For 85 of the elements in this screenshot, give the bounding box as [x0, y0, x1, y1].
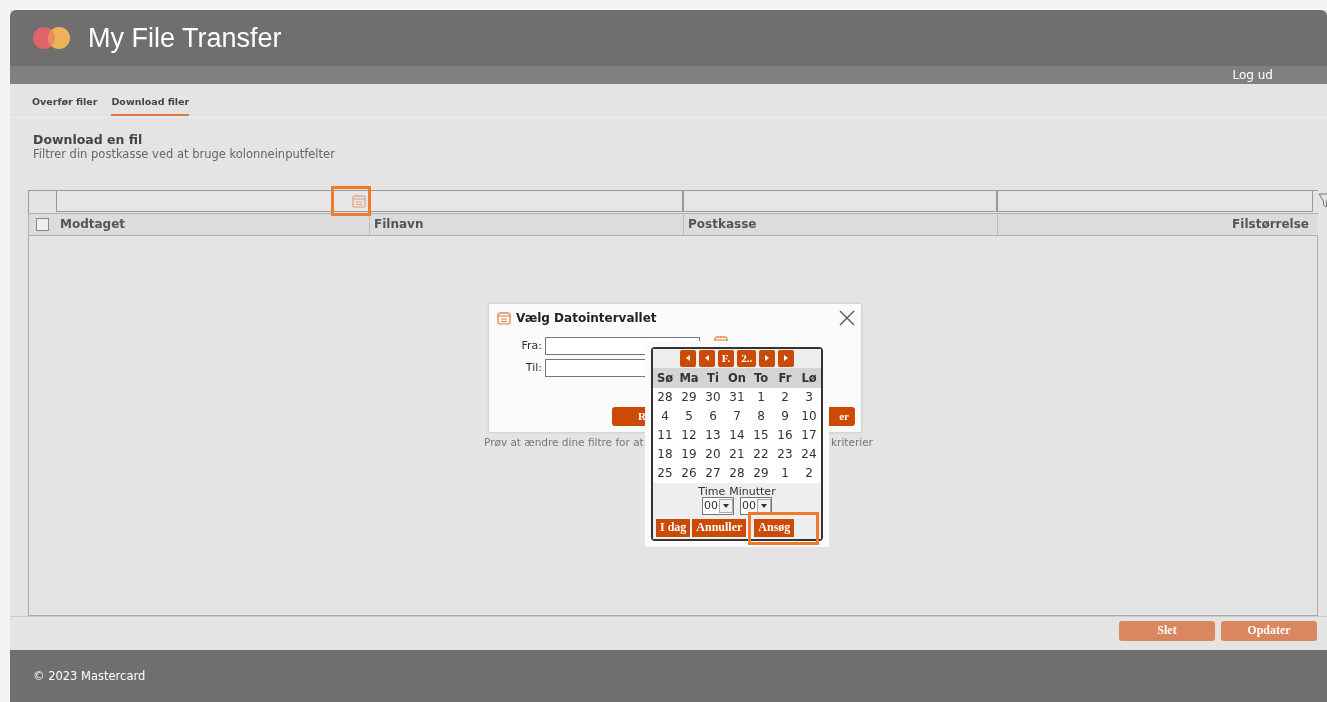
calendar-day[interactable]: 19	[677, 444, 701, 464]
weekday-label: To	[752, 369, 770, 387]
caret-icon	[719, 498, 733, 513]
right-triangle-icon	[765, 355, 770, 362]
calendar-day[interactable]: 15	[749, 425, 773, 445]
calendar-day[interactable]: 4	[653, 406, 677, 426]
calendar-day[interactable]: 31	[725, 387, 749, 407]
tab[interactable]: Download filer	[111, 94, 190, 116]
calendar-day[interactable]: 21	[725, 444, 749, 464]
calendar-day[interactable]: 28	[725, 463, 749, 483]
calendar-day[interactable]: 25	[653, 463, 677, 483]
hour-label: Time	[698, 485, 726, 497]
filter-field[interactable]	[369, 190, 683, 212]
copyright-text: © 2023 Mastercard	[33, 668, 146, 683]
weekday-label: On	[727, 369, 747, 387]
calendar-day[interactable]: 8	[749, 406, 773, 426]
period-button[interactable]: F.	[717, 349, 735, 367]
calendar-day[interactable]: 14	[725, 425, 749, 445]
calendar-day[interactable]: 16	[773, 425, 797, 445]
calendar-day[interactable]: 7	[725, 406, 749, 426]
hour-select[interactable]: 00	[702, 496, 734, 515]
previous-month-button[interactable]	[698, 349, 715, 367]
weekday-label: Lø	[800, 369, 818, 387]
next-year-button[interactable]	[778, 349, 795, 367]
tab[interactable]: Overfør filer	[32, 94, 98, 114]
logout-link[interactable]: Log ud	[1232, 68, 1273, 82]
calendar-day[interactable]: 2	[797, 463, 821, 483]
left-triangle-icon	[704, 355, 709, 362]
logo-icon	[32, 26, 72, 50]
minute-label: Minutter	[729, 485, 776, 497]
select-all-checkbox[interactable]	[36, 217, 49, 231]
calendar-day[interactable]: 22	[749, 444, 773, 464]
period-button[interactable]: 2..	[737, 349, 757, 367]
calendar-day[interactable]: 27	[701, 463, 725, 483]
column-header[interactable]: Modtaget	[56, 213, 369, 235]
page-heading: Download en fil	[33, 131, 144, 147]
calendar-day[interactable]: 13	[701, 425, 725, 445]
calendar-button[interactable]: Ansøg	[754, 518, 795, 537]
calendar-day[interactable]: 23	[773, 444, 797, 464]
previous-year-button[interactable]	[679, 349, 696, 367]
calendar-day[interactable]: 29	[677, 387, 701, 407]
calendar-day[interactable]: 20	[701, 444, 725, 464]
minute-select[interactable]: 00	[740, 496, 772, 515]
calendar-day[interactable]: 28	[653, 387, 677, 407]
empty-message: kriterier	[831, 435, 873, 448]
weekday-label: Fr	[777, 369, 793, 387]
filter-field[interactable]	[997, 190, 1313, 212]
column-header[interactable]: Postkasse	[683, 213, 997, 235]
calendar-day[interactable]: 26	[677, 463, 701, 483]
calendar-day[interactable]: 5	[677, 406, 701, 426]
calendar-day[interactable]: 24	[797, 444, 821, 464]
calendar-day[interactable]: 6	[701, 406, 725, 426]
calendar-day[interactable]: 11	[653, 425, 677, 445]
weekday-label: Ma	[678, 369, 700, 387]
column-header[interactable]: Filstørrelse	[997, 213, 1313, 235]
calendar-day[interactable]: 30	[701, 387, 725, 407]
calendar-day[interactable]: 12	[677, 425, 701, 445]
dialog-title: Vælg Datointervallet	[516, 310, 657, 325]
calendar-icon[interactable]	[497, 310, 511, 325]
next-month-button[interactable]	[759, 349, 776, 367]
column-header[interactable]: Filnavn	[369, 213, 683, 235]
weekday-label: Sø	[655, 369, 675, 387]
calendar-button[interactable]: I dag	[656, 518, 691, 537]
calendar-day[interactable]: 1	[749, 387, 773, 407]
calendar-day[interactable]: 10	[797, 406, 821, 426]
filter-field[interactable]	[56, 190, 369, 212]
caret-icon	[757, 498, 771, 513]
empty-message: Prøv at ændre dine filtre for at	[484, 435, 644, 448]
calendar-day[interactable]: 17	[797, 425, 821, 445]
close-icon[interactable]	[839, 309, 855, 326]
filter-field[interactable]	[683, 190, 997, 212]
page-subtitle: Filtrer din postkasse ved at bruge kolonneinputfelter	[33, 146, 336, 161]
left-triangle-icon	[685, 355, 690, 362]
calendar-button[interactable]: Annuller	[692, 518, 747, 537]
calendar-day[interactable]: 2	[773, 387, 797, 407]
field-label: Fra:	[520, 339, 542, 353]
app-title: My File Transfer	[88, 22, 282, 54]
weekday-label: Ti	[706, 369, 720, 387]
calendar-day[interactable]: 1	[773, 463, 797, 483]
calendar-day[interactable]: 3	[797, 387, 821, 407]
right-triangle-icon	[784, 355, 789, 362]
calendar-day[interactable]: 18	[653, 444, 677, 464]
calendar-day[interactable]: 9	[773, 406, 797, 426]
calendar-day[interactable]: 29	[749, 463, 773, 483]
field-label: Til:	[524, 361, 542, 375]
